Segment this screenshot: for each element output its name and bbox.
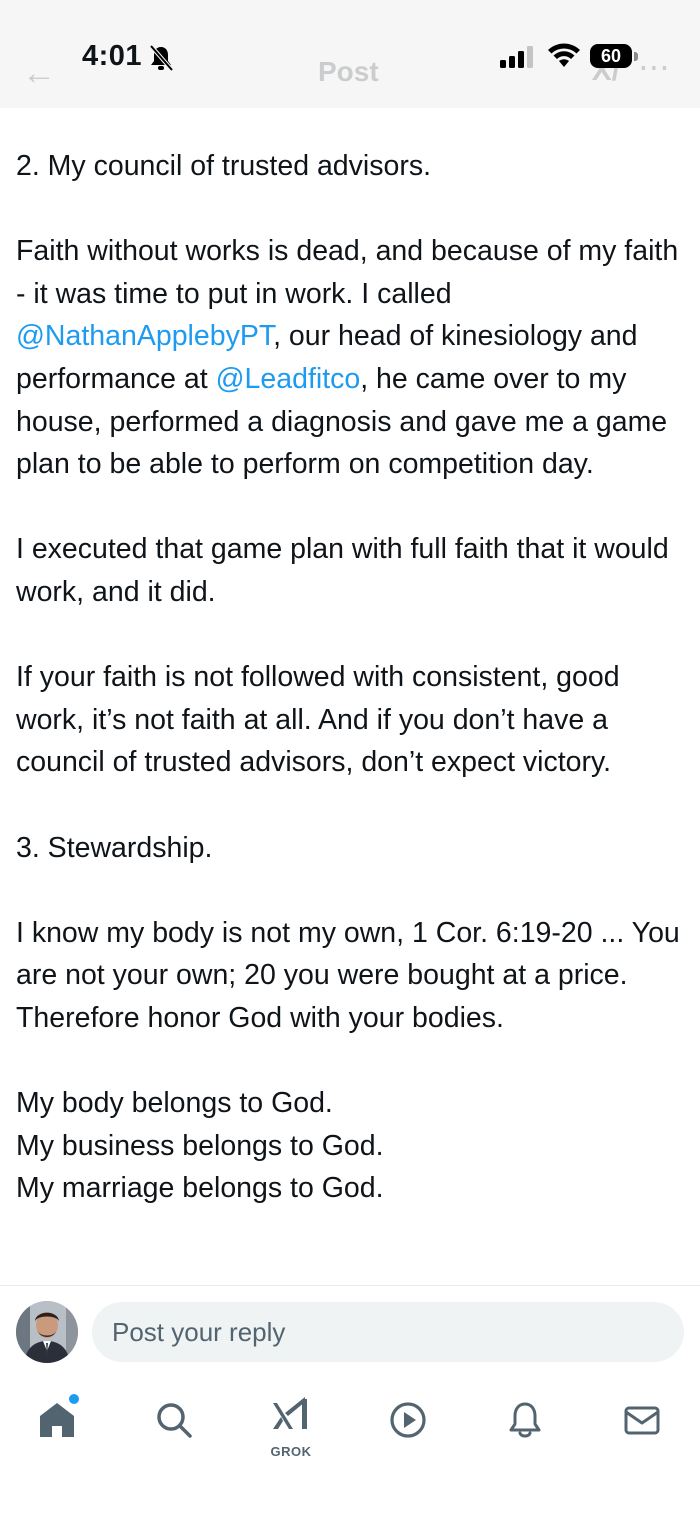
nav-search[interactable] [144, 1390, 204, 1450]
post-paragraph: My business belongs to God. [16, 1129, 384, 1162]
bottom-nav: GROK [0, 1380, 700, 1460]
battery-level: 60 [590, 44, 632, 68]
mention-link[interactable]: @NathanApplebyPT [16, 320, 273, 352]
reply-input[interactable]: Post your reply [92, 1302, 684, 1362]
cellular-signal-icon [500, 46, 533, 68]
bell-muted-icon [149, 44, 174, 72]
post-text: Faith without works is dead, and because… [16, 235, 679, 310]
wifi-icon [548, 43, 580, 67]
post-paragraph: I executed that game plan with full fait… [16, 533, 669, 608]
post-paragraph: My marriage belongs to God. [16, 1172, 384, 1205]
home-icon [40, 1403, 74, 1437]
post-paragraph: If your faith is not followed with consi… [16, 661, 620, 779]
post-body: 2. My council of trusted advisors. Faith… [16, 145, 688, 1285]
status-bar: ← Post X/ ⋯ 4:01 60 [0, 0, 700, 108]
nav-grok[interactable]: GROK [261, 1390, 321, 1459]
post-paragraph: I know my body is not my own, 1 Cor. 6:1… [16, 916, 680, 1034]
post-paragraph: 3. Stewardship. [16, 831, 213, 864]
notifications-bell-icon [509, 1402, 541, 1438]
battery-indicator: 60 [590, 44, 638, 70]
post-paragraph: My body belongs to God. [16, 1087, 333, 1120]
mention-link[interactable]: @Leadfitco [216, 363, 361, 395]
back-arrow-icon[interactable]: ← [22, 54, 56, 93]
more-icon[interactable]: ⋯ [638, 48, 670, 86]
messages-mail-icon [624, 1406, 660, 1435]
page-title: Post [318, 56, 379, 87]
video-play-icon [390, 1402, 426, 1438]
search-icon [157, 1403, 192, 1438]
grok-icon [273, 1397, 307, 1429]
grok-label: GROK [270, 1444, 312, 1459]
nav-messages[interactable] [612, 1390, 672, 1450]
user-avatar[interactable] [16, 1301, 78, 1363]
nav-video[interactable] [378, 1390, 438, 1450]
divider [0, 1285, 700, 1286]
post-paragraph: 2. My council of trusted advisors. [16, 150, 432, 182]
post-paragraph: Faith without works is dead, and because… [16, 230, 688, 486]
nav-notifications[interactable] [495, 1390, 555, 1450]
notification-dot [67, 1392, 81, 1406]
status-time: 4:01 [82, 40, 143, 72]
